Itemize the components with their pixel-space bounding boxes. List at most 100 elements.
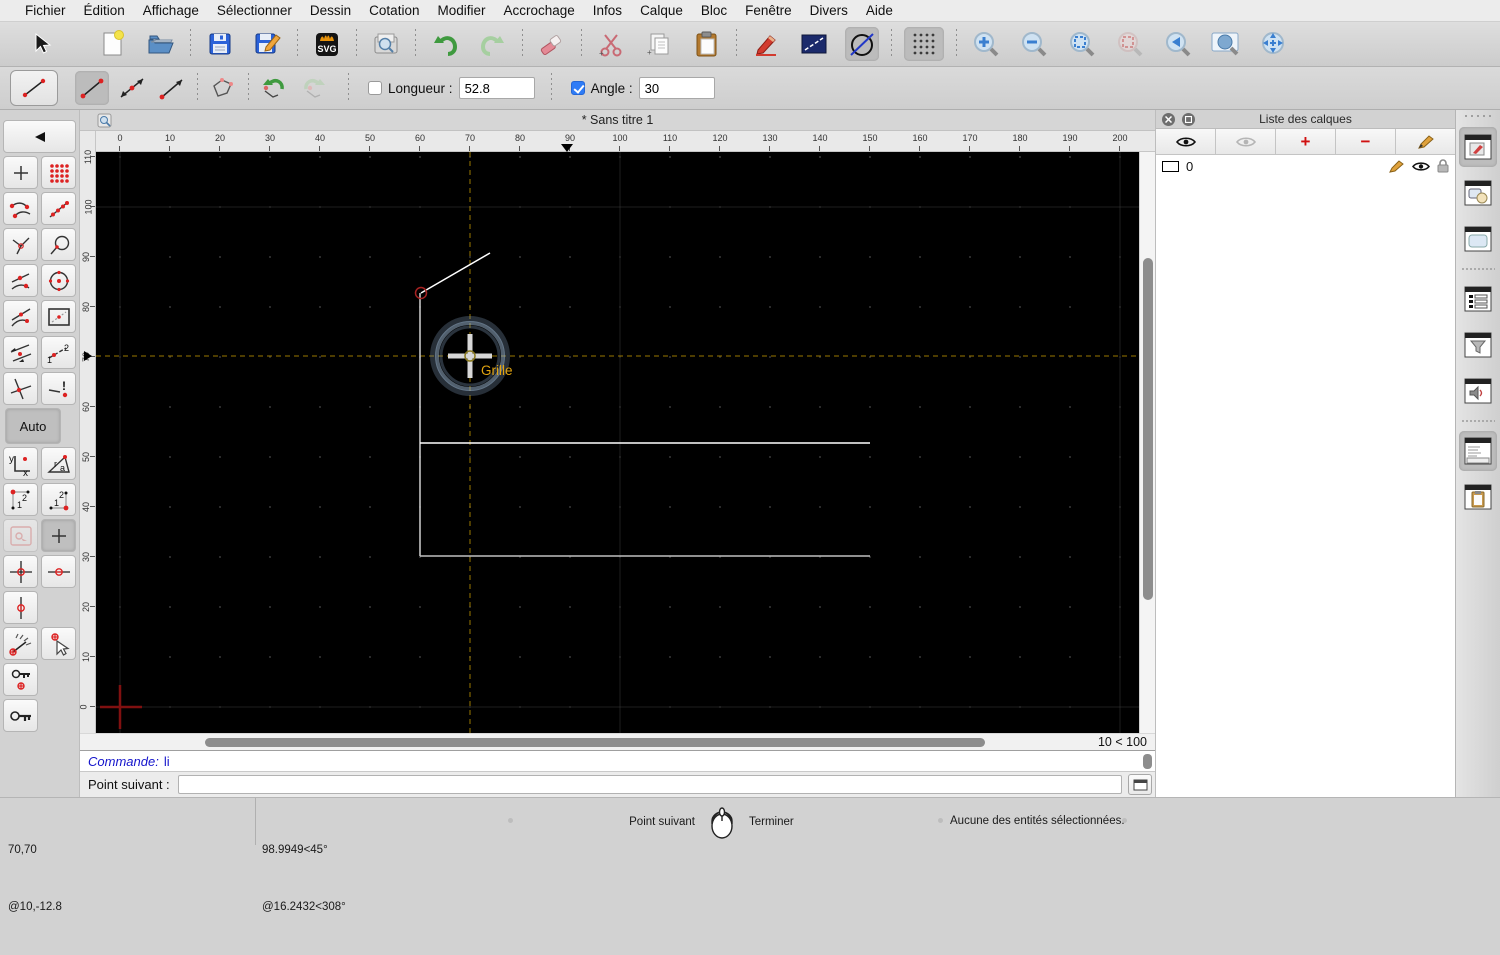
- dock-command-echo-button[interactable]: [1459, 371, 1497, 411]
- close-icon[interactable]: [1162, 113, 1175, 126]
- print-preview-button[interactable]: [369, 27, 403, 61]
- zoom-pan-button[interactable]: [1257, 27, 1291, 61]
- dock-filter-button[interactable]: [1459, 325, 1497, 365]
- toggle-grid-button[interactable]: [904, 27, 944, 61]
- snap-grid-button[interactable]: [41, 156, 76, 189]
- redo-segment-button[interactable]: [297, 71, 331, 105]
- length-input[interactable]: [458, 77, 535, 99]
- crosshair-horizontal-button[interactable]: [41, 555, 76, 588]
- copy-button[interactable]: +: [642, 27, 676, 61]
- layer-visibility-eye-icon[interactable]: [1412, 161, 1430, 172]
- paste-button[interactable]: [690, 27, 724, 61]
- snap-perpendicular-button[interactable]: [3, 228, 38, 261]
- add-layer-button[interactable]: +: [1276, 129, 1336, 154]
- remove-layer-button[interactable]: −: [1336, 129, 1396, 154]
- crosshair-point-button[interactable]: [3, 555, 38, 588]
- menu-item[interactable]: Accrochage: [494, 3, 583, 18]
- coordinates-cartesian-button[interactable]: yx: [3, 447, 38, 480]
- menu-item[interactable]: Aide: [857, 3, 902, 18]
- redo-button[interactable]: [476, 27, 510, 61]
- edit-layer-button[interactable]: [1396, 129, 1455, 154]
- command-history[interactable]: Commande: li: [80, 750, 1155, 771]
- save-button[interactable]: [203, 27, 237, 61]
- angle-input[interactable]: [638, 77, 715, 99]
- dock-grip[interactable]: [1463, 114, 1493, 118]
- menu-item[interactable]: Affichage: [134, 3, 208, 18]
- drawing-canvas[interactable]: Grille: [96, 152, 1139, 733]
- delete-entities-button[interactable]: [535, 27, 569, 61]
- menu-item[interactable]: Cotation: [360, 3, 428, 18]
- document-tab-title[interactable]: * Sans titre 1: [80, 113, 1155, 127]
- snap-endpoints-button[interactable]: [3, 192, 38, 225]
- current-tool-indicator[interactable]: [10, 70, 58, 106]
- undo-button[interactable]: [428, 27, 462, 61]
- snap-intersection-button[interactable]: [3, 372, 38, 405]
- menu-item[interactable]: Calque: [631, 3, 692, 18]
- open-file-button[interactable]: [144, 27, 178, 61]
- layer-row[interactable]: 0: [1156, 155, 1455, 177]
- zoom-auto-button[interactable]: [1065, 27, 1099, 61]
- save-as-button[interactable]: [251, 27, 285, 61]
- zoom-previous-button[interactable]: [1161, 27, 1195, 61]
- draw-pen-button[interactable]: [749, 27, 783, 61]
- undo-segment-button[interactable]: [257, 71, 291, 105]
- crosshair-vertical-button[interactable]: [3, 591, 38, 624]
- snap-restriction-button[interactable]: [41, 300, 76, 333]
- new-document-button[interactable]: [96, 27, 130, 61]
- vertical-scrollbar-thumb[interactable]: [1143, 258, 1153, 600]
- dock-library-browser-button[interactable]: [1459, 219, 1497, 259]
- ordinate-corner-1-button[interactable]: 12: [3, 483, 38, 516]
- menu-item[interactable]: Modifier: [428, 3, 494, 18]
- snap-on-entity-button[interactable]: [41, 192, 76, 225]
- coordinates-polar-button[interactable]: ra: [41, 447, 76, 480]
- snap-center-button[interactable]: [41, 264, 76, 297]
- snap-auto-button[interactable]: Auto: [5, 408, 61, 444]
- dock-block-list-button[interactable]: [1459, 173, 1497, 213]
- menu-item[interactable]: Édition: [75, 3, 134, 18]
- back-button[interactable]: [3, 120, 76, 153]
- hide-all-layers-button[interactable]: [1216, 129, 1276, 154]
- command-input[interactable]: [177, 775, 1122, 794]
- menu-item[interactable]: Infos: [584, 3, 631, 18]
- menu-item[interactable]: Dessin: [301, 3, 360, 18]
- line-angle-button[interactable]: [115, 71, 149, 105]
- angle-checkbox[interactable]: [570, 81, 585, 95]
- angle-gauge-button[interactable]: [3, 627, 38, 660]
- menu-item[interactable]: Sélectionner: [208, 3, 301, 18]
- draft-circle-button[interactable]: [845, 27, 879, 61]
- snap-middle-button[interactable]: [3, 264, 38, 297]
- zoom-out-button[interactable]: [1017, 27, 1051, 61]
- snap-free-button[interactable]: [3, 156, 38, 189]
- snap-distance-button[interactable]: 12: [41, 336, 76, 369]
- layer-edit-pencil-icon[interactable]: [1389, 159, 1405, 173]
- dock-command-window-button[interactable]: [1459, 431, 1497, 471]
- selection-arrow-button[interactable]: [25, 27, 59, 61]
- snap-nearest-button[interactable]: [3, 300, 38, 333]
- document-tab-icon[interactable]: [97, 113, 112, 128]
- svg-export-button[interactable]: SVG: [310, 27, 344, 61]
- zoom-window-button[interactable]: [1209, 27, 1243, 61]
- snap-intersection-manual-button[interactable]: !: [41, 372, 76, 405]
- dock-layer-list-button[interactable]: [1459, 127, 1497, 167]
- ordinate-corner-2-button[interactable]: 12: [41, 483, 76, 516]
- command-scrollbar-thumb[interactable]: [1143, 754, 1152, 769]
- menu-item[interactable]: Bloc: [692, 3, 736, 18]
- restrict-off-button[interactable]: [3, 519, 38, 552]
- zoom-in-button[interactable]: [969, 27, 1003, 61]
- cut-button[interactable]: +: [594, 27, 628, 61]
- command-window-toggle-button[interactable]: [1128, 774, 1152, 795]
- menu-item[interactable]: Fichier: [16, 3, 75, 18]
- dock-entity-list-button[interactable]: [1459, 279, 1497, 319]
- zoom-selection-button[interactable]: [1113, 27, 1147, 61]
- polygon-button[interactable]: [206, 71, 240, 105]
- lock-relative-zero-button[interactable]: [3, 663, 38, 696]
- dock-clipboard-button[interactable]: [1459, 477, 1497, 517]
- line-two-points-button[interactable]: [75, 71, 109, 105]
- layer-lock-icon[interactable]: [1437, 159, 1449, 173]
- line-arrow-button[interactable]: [155, 71, 189, 105]
- snap-parallel-button[interactable]: [3, 336, 38, 369]
- menu-item[interactable]: Divers: [801, 3, 857, 18]
- snap-tangent-button[interactable]: [41, 228, 76, 261]
- crosshair-free-button[interactable]: [41, 519, 76, 552]
- relative-zero-button[interactable]: [3, 699, 38, 732]
